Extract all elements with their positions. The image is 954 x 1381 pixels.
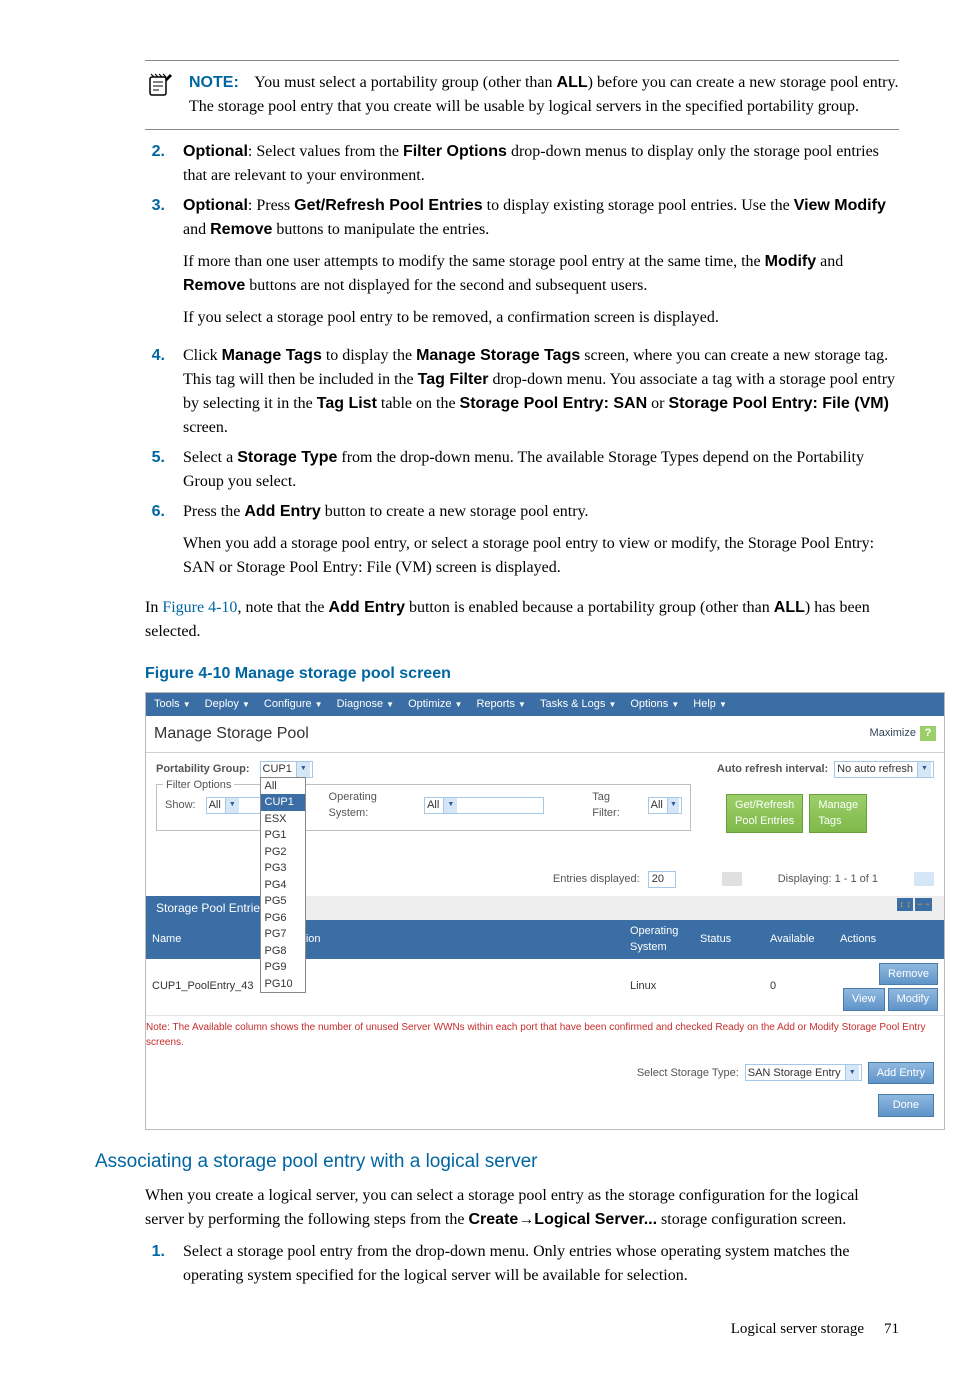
menubar: Tools ▼ Deploy ▼ Configure ▼ Diagnose ▼ … xyxy=(146,693,944,716)
entries-input[interactable]: 20 xyxy=(648,871,676,888)
menu-optimize[interactable]: Optimize ▼ xyxy=(408,696,462,713)
screenshot-figure: Tools ▼ Deploy ▼ Configure ▼ Diagnose ▼ … xyxy=(145,692,945,1130)
storage-type-label: Select Storage Type: xyxy=(637,1065,739,1082)
col-name[interactable]: Name xyxy=(146,920,260,959)
step-num-2: 2. xyxy=(145,140,165,188)
pre-figure-para: In Figure 4-10, note that the Add Entry … xyxy=(145,596,899,644)
expand-icon[interactable]: ↕ ↕ xyxy=(897,898,913,912)
maximize-link[interactable]: Maximize xyxy=(870,725,916,742)
auto-refresh-select[interactable]: No auto refresh▼ xyxy=(834,761,934,778)
collapse-icon[interactable]: − − xyxy=(915,898,932,912)
cell-available: 0 xyxy=(764,959,834,1016)
chevron-down-icon: ▼ xyxy=(225,798,239,813)
cell-name: CUP1_PoolEntry_43 xyxy=(146,959,260,1016)
os-select[interactable]: All▼ xyxy=(424,797,544,814)
section-para: When you create a logical server, you ca… xyxy=(145,1184,899,1232)
step-num-3: 3. xyxy=(145,194,165,338)
chevron-down-icon: ▼ xyxy=(443,798,457,813)
show-select[interactable]: All▼ xyxy=(206,797,262,814)
chevron-down-icon: ▼ xyxy=(845,1065,859,1080)
figure-caption: Figure 4-10 Manage storage pool screen xyxy=(145,662,899,686)
os-label: Operating System: xyxy=(329,789,415,822)
page-title: Manage Storage Pool xyxy=(154,722,309,746)
col-actions[interactable]: Actions xyxy=(834,920,944,959)
step-4: Click Manage Tags to display the Manage … xyxy=(183,344,899,440)
cell-status xyxy=(694,959,764,1016)
menu-tools[interactable]: Tools ▼ xyxy=(154,696,191,713)
section-step-num-1: 1. xyxy=(145,1240,165,1288)
step-num-4: 4. xyxy=(145,344,165,440)
chevron-down-icon: ▼ xyxy=(667,798,679,813)
view-button[interactable]: View xyxy=(843,988,885,1011)
remove-button[interactable]: Remove xyxy=(879,963,938,986)
step-3: Optional: Press Get/Refresh Pool Entries… xyxy=(183,194,899,338)
get-refresh-button[interactable]: Get/Refresh Pool Entries xyxy=(726,794,803,833)
storage-type-select[interactable]: SAN Storage Entry▼ xyxy=(745,1064,862,1081)
menu-tasks-logs[interactable]: Tasks & Logs ▼ xyxy=(540,696,616,713)
menu-deploy[interactable]: Deploy ▼ xyxy=(205,696,250,713)
portability-dropdown[interactable]: All CUP1 ESX PG1 PG2 PG3 PG4 PG5 PG6 PG7… xyxy=(260,777,306,994)
section-step-1: Select a storage pool entry from the dro… xyxy=(183,1240,899,1288)
chevron-down-icon: ▼ xyxy=(917,762,931,777)
portability-select[interactable]: CUP1▼ xyxy=(260,761,313,778)
step-5: Select a Storage Type from the drop-down… xyxy=(183,446,899,494)
cell-desc xyxy=(260,959,624,1016)
tag-label: Tag Filter: xyxy=(592,789,637,822)
page-footer: Logical server storage 71 xyxy=(55,1318,899,1341)
pager-next[interactable] xyxy=(914,872,934,886)
step-num-6: 6. xyxy=(145,500,165,588)
footer-page: 71 xyxy=(884,1318,899,1341)
col-available[interactable]: Available xyxy=(764,920,834,959)
pager-prev[interactable] xyxy=(722,872,742,886)
displaying-label: Displaying: 1 - 1 of 1 xyxy=(778,871,878,888)
tab-storage-pool-entries[interactable]: Storage Pool Entries xyxy=(146,896,276,920)
menu-reports[interactable]: Reports ▼ xyxy=(476,696,526,713)
portability-label: Portability Group: xyxy=(156,761,250,778)
filter-legend: Filter Options xyxy=(163,777,234,794)
section-heading: Associating a storage pool entry with a … xyxy=(95,1148,899,1177)
note-text: NOTE: You must select a portability grou… xyxy=(189,71,899,119)
note-block: NOTE: You must select a portability grou… xyxy=(145,60,899,130)
add-entry-button[interactable]: Add Entry xyxy=(868,1062,934,1085)
col-os[interactable]: Operating System xyxy=(624,920,694,959)
filter-fieldset: Filter Options Show: All▼ Operating Syst… xyxy=(156,784,691,831)
col-status[interactable]: Status xyxy=(694,920,764,959)
menu-diagnose[interactable]: Diagnose ▼ xyxy=(337,696,394,713)
note-label: NOTE: xyxy=(189,74,239,91)
cell-os: Linux xyxy=(624,959,694,1016)
cell-actions: Remove View Modify xyxy=(834,959,944,1016)
help-icon[interactable]: ? xyxy=(920,726,936,741)
manage-tags-button[interactable]: Manage Tags xyxy=(809,794,867,833)
table-note: Note: The Available column shows the num… xyxy=(146,1016,944,1052)
col-description[interactable]: Description xyxy=(260,920,624,959)
entries-label: Entries displayed: xyxy=(553,871,640,888)
modify-button[interactable]: Modify xyxy=(888,988,938,1011)
step-2: Optional: Select values from the Filter … xyxy=(183,140,899,188)
tag-select[interactable]: All▼ xyxy=(648,797,682,814)
step-6: Press the Add Entry button to create a n… xyxy=(183,500,899,588)
menu-options[interactable]: Options ▼ xyxy=(630,696,679,713)
show-label: Show: xyxy=(165,797,196,814)
step-num-5: 5. xyxy=(145,446,165,494)
done-button[interactable]: Done xyxy=(878,1094,934,1117)
note-icon xyxy=(145,71,175,119)
chevron-down-icon: ▼ xyxy=(296,762,310,777)
auto-refresh-label: Auto refresh interval: xyxy=(717,761,828,778)
menu-help[interactable]: Help ▼ xyxy=(693,696,727,713)
menu-configure[interactable]: Configure ▼ xyxy=(264,696,323,713)
footer-section: Logical server storage xyxy=(731,1318,864,1341)
figure-link[interactable]: Figure 4-10 xyxy=(162,599,237,616)
